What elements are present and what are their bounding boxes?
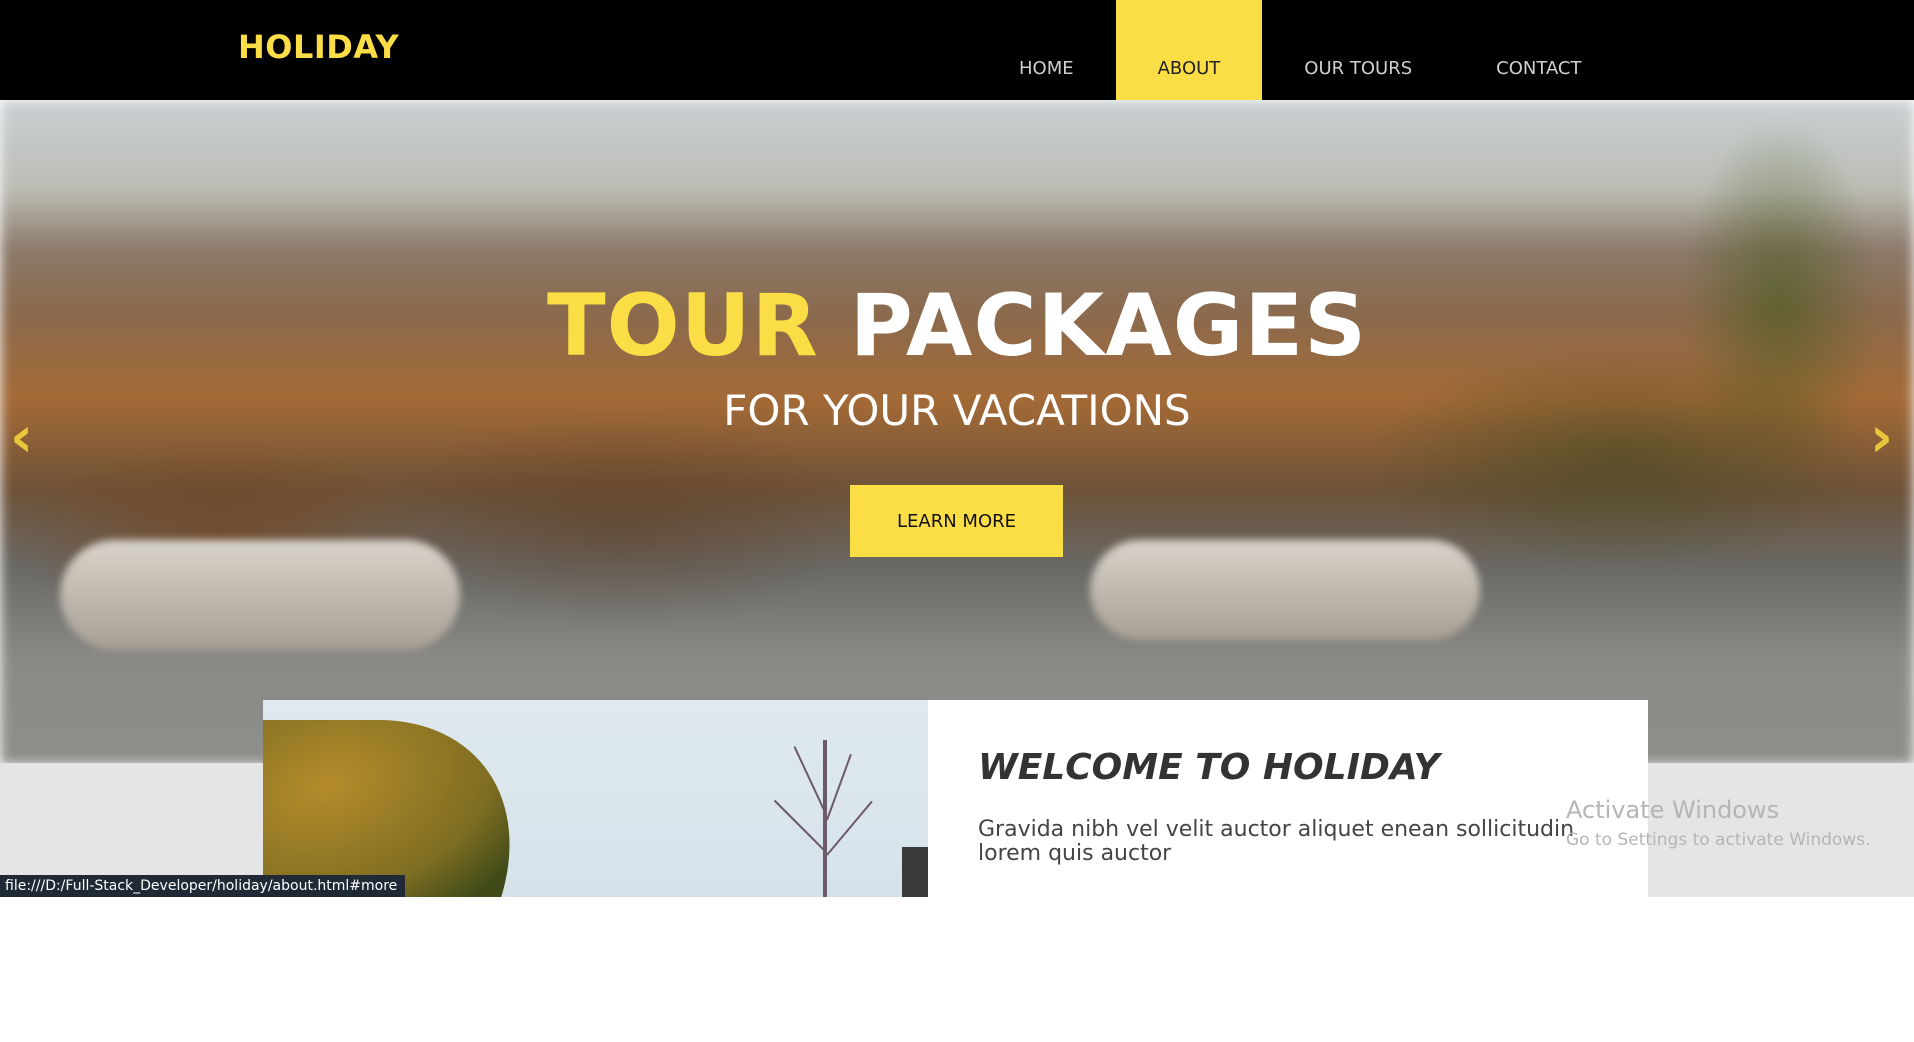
tree-branch	[773, 799, 825, 851]
top-navbar: HOLIDAY HOME ABOUT OUR TOURS CONTACT	[0, 0, 1914, 100]
hero-title-accent: TOUR	[546, 276, 819, 376]
hero-subtitle: FOR YOUR VACATIONS	[723, 386, 1191, 435]
nav-item-contact[interactable]: CONTACT	[1454, 0, 1623, 100]
welcome-title: WELCOME TO HOLIDAY	[978, 747, 1440, 788]
status-bar-url: file:///D:/Full-Stack_Developer/holiday/…	[0, 875, 406, 897]
tree-branch	[826, 800, 873, 856]
chevron-left-icon[interactable]: ‹	[10, 410, 33, 466]
brand-logo[interactable]: HOLIDAY	[238, 28, 399, 66]
page: HOLIDAY HOME ABOUT OUR TOURS CONTACT TOU…	[0, 0, 1914, 1042]
hill-decoration	[263, 720, 559, 897]
watermark-line-1: Activate Windows	[1566, 796, 1780, 824]
watermark-line-2: Go to Settings to activate Windows.	[1566, 830, 1871, 850]
nav-item-home[interactable]: HOME	[977, 0, 1116, 100]
tree-branch	[826, 753, 852, 821]
towel-decoration	[60, 540, 460, 650]
welcome-body: Gravida nibh vel velit auctor aliquet en…	[978, 816, 1575, 866]
nav-item-our-tours[interactable]: OUR TOURS	[1262, 0, 1454, 100]
hero-carousel: TOUR PACKAGES FOR YOUR VACATIONS LEARN M…	[0, 100, 1914, 765]
welcome-image	[263, 700, 928, 897]
hero-title-rest: PACKAGES	[849, 276, 1368, 376]
welcome-text: WELCOME TO HOLIDAY Gravida nibh vel veli…	[978, 748, 1618, 866]
learn-more-button[interactable]: LEARN MORE	[850, 485, 1063, 557]
windows-activation-watermark: Activate Windows Go to Settings to activ…	[1566, 796, 1871, 850]
chevron-right-icon[interactable]: ›	[1870, 410, 1893, 466]
hero-title: TOUR PACKAGES	[0, 283, 1914, 369]
nav-item-about[interactable]: ABOUT	[1115, 0, 1263, 100]
main-nav: HOME ABOUT OUR TOURS CONTACT	[977, 0, 1624, 100]
welcome-section: WELCOME TO HOLIDAY Gravida nibh vel veli…	[263, 700, 1648, 897]
tree-branch	[793, 746, 825, 811]
image-corner	[902, 847, 928, 897]
towel-decoration	[1090, 540, 1480, 640]
